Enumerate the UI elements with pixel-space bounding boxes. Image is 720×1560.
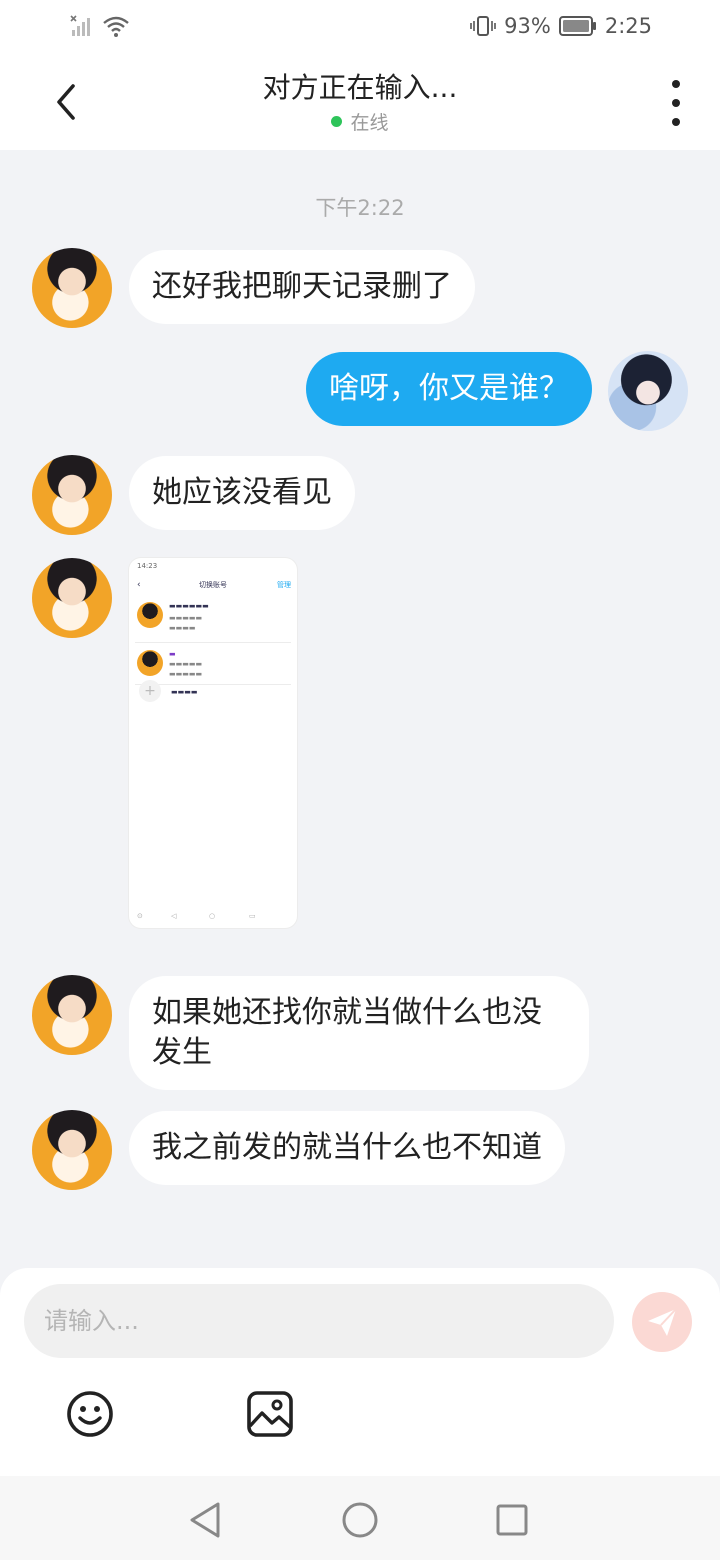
thumb-avatar — [137, 650, 163, 676]
contact-avatar[interactable] — [32, 975, 112, 1055]
image-message[interactable]: 14:23 ‹ 切换账号 管理 ▬▬▬▬▬▬ ▬▬▬▬▬ ▬▬▬▬ ▬ ▬▬▬▬… — [129, 558, 297, 928]
signal-icon — [70, 15, 90, 36]
message-list[interactable]: 下午2:22 还好我把聊天记录删了 啥呀，你又是谁？ 她应该没看见 14:23 … — [0, 150, 720, 1268]
status-left — [70, 14, 130, 38]
thumb-account-meta: ▬▬▬▬▬ — [169, 660, 203, 668]
status-bar: 93% 2:25 — [0, 0, 720, 56]
thumb-back: ‹ — [137, 580, 141, 590]
thumb-account-meta: ▬▬▬▬▬ — [169, 614, 203, 622]
thumb-account-note: ▬▬▬▬▬ — [169, 670, 203, 678]
vibrate-icon — [470, 16, 496, 36]
thumb-add-label: ▬▬▬▬ — [171, 688, 198, 696]
thumb-navbar: ▭ — [249, 912, 256, 920]
more-icon — [672, 80, 680, 88]
incoming-message[interactable]: 我之前发的就当什么也不知道 — [129, 1111, 565, 1185]
input-panel — [0, 1268, 720, 1476]
send-icon — [648, 1308, 677, 1336]
incoming-message[interactable]: 她应该没看见 — [129, 456, 355, 530]
thumb-account-name: ▬▬▬▬▬▬ — [169, 602, 209, 610]
battery-icon — [558, 16, 596, 36]
online-dot — [331, 116, 343, 127]
message-input[interactable] — [24, 1284, 614, 1358]
chat-title: 对方正在输入... — [262, 71, 458, 104]
thumb-navbar: ⊙ — [137, 912, 143, 920]
emoji-button[interactable] — [64, 1388, 116, 1440]
online-status-label: 在线 — [350, 112, 389, 134]
nav-home-button[interactable] — [338, 1498, 382, 1542]
contact-avatar[interactable] — [32, 558, 112, 638]
emoji-icon — [67, 1391, 113, 1437]
status-right: 93% 2:25 — [470, 14, 652, 38]
contact-avatar[interactable] — [32, 248, 112, 328]
thumb-account-note: ▬▬▬▬ — [169, 624, 196, 632]
nav-back-icon — [190, 1502, 220, 1538]
system-nav-bar — [0, 1476, 720, 1560]
more-button[interactable] — [662, 80, 690, 126]
battery-percent: 93% — [504, 14, 551, 38]
title-block: 对方正在输入... 在线 — [160, 70, 560, 135]
nav-recents-button[interactable] — [490, 1498, 534, 1542]
thumb-navbar: ○ — [209, 912, 216, 920]
nav-back-button[interactable] — [184, 1498, 228, 1542]
send-button[interactable] — [632, 1292, 692, 1352]
thumb-action: 管理 — [277, 581, 291, 589]
thumb-statusbar: 14:23 — [137, 562, 158, 570]
thumb-avatar — [137, 602, 163, 628]
back-icon — [57, 84, 75, 120]
thumb-account-name: ▬ — [169, 650, 176, 658]
back-button[interactable] — [46, 80, 86, 124]
contact-avatar[interactable] — [32, 455, 112, 535]
nav-home-icon — [342, 1502, 378, 1538]
thumb-add-icon: + — [139, 680, 161, 702]
nav-recents-icon — [496, 1504, 528, 1536]
incoming-message[interactable]: 还好我把聊天记录删了 — [129, 250, 475, 324]
thumb-navbar: ◁ — [171, 912, 177, 920]
online-status: 在线 — [160, 108, 560, 135]
contact-avatar[interactable] — [32, 1110, 112, 1190]
thumb-title: 切换账号 — [199, 581, 227, 589]
chat-header: 对方正在输入... 在线 — [0, 56, 720, 150]
image-icon — [247, 1391, 293, 1437]
message-timestamp: 下午2:22 — [315, 196, 405, 220]
image-button[interactable] — [244, 1388, 296, 1440]
outgoing-message[interactable]: 啥呀，你又是谁？ — [306, 352, 592, 426]
incoming-message[interactable]: 如果她还找你就当做什么也没发生 — [129, 976, 589, 1090]
wifi-icon — [103, 16, 129, 37]
clock: 2:25 — [604, 14, 652, 38]
my-avatar[interactable] — [608, 351, 688, 431]
thumb-divider — [135, 642, 291, 643]
